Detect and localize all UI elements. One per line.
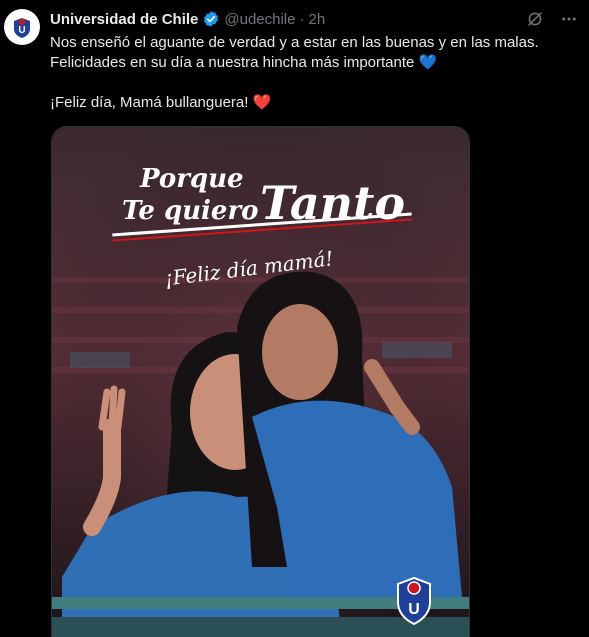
handle[interactable]: @udechile (224, 11, 295, 28)
crest-letter: U (408, 601, 420, 618)
tweet-text: Nos enseñó el aguante de verdad y a esta… (50, 33, 575, 113)
tweet-text-line-2: Felicidades en su día a nuestra hincha m… (50, 53, 575, 73)
poster-line-1: Porque (139, 164, 244, 194)
timestamp[interactable]: 2h (308, 11, 325, 28)
tweet-media-image[interactable]: Porque Te quiero Tanto ¡Feliz día mamá! … (51, 126, 470, 637)
udechile-crest-icon: U (7, 12, 37, 42)
tweet-text-line-2-text: Felicidades en su día a nuestra hincha m… (50, 54, 415, 71)
tweet[interactable]: U Universidad de Chile @udechile · 2h No… (0, 0, 589, 637)
more-icon[interactable] (559, 9, 579, 29)
tweet-text-line-1: Nos enseñó el aguante de verdad y a esta… (50, 34, 539, 51)
blue-heart-emoji: 💙 (418, 54, 438, 71)
avatar[interactable]: U (4, 9, 40, 45)
poster-line-2: Te quiero (122, 196, 259, 226)
svg-text:U: U (18, 25, 25, 36)
tweet-text-line-3-text: ¡Feliz día, Mamá bullanguera! (50, 94, 249, 111)
red-heart-emoji: ❤️ (252, 94, 272, 111)
separator: · (299, 10, 305, 28)
display-name[interactable]: Universidad de Chile (50, 11, 198, 28)
tweet-actions (525, 9, 579, 29)
poster-image: Porque Te quiero Tanto ¡Feliz día mamá! … (52, 127, 469, 637)
tweet-header: Universidad de Chile @udechile · 2h (50, 9, 325, 29)
verified-badge-icon[interactable] (202, 10, 220, 28)
tweet-text-line-3: ¡Feliz día, Mamá bullanguera! ❤️ (50, 93, 575, 113)
grok-icon[interactable] (525, 9, 545, 29)
